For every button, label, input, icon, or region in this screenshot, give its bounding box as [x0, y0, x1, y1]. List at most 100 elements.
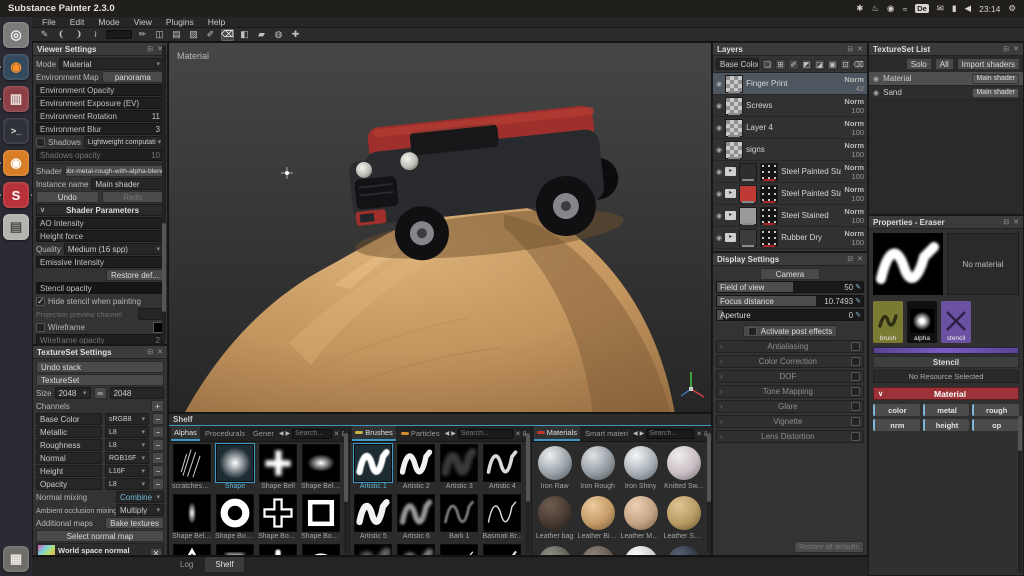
shelf-item[interactable]: Artistic 1 [353, 444, 393, 493]
remove-channel-button[interactable]: − [152, 439, 164, 451]
stencil-opacity-slider[interactable]: Stencil opacity [36, 282, 164, 294]
stencil-resource-field[interactable]: No Resource Selected [873, 370, 1019, 383]
shader-assignment-button[interactable]: Main shader [972, 88, 1019, 98]
lazy-mouse-icon[interactable]: ≀ [89, 29, 102, 41]
post-effect-section-vignette[interactable]: ›Vignette [716, 415, 864, 428]
layer-thumbnail[interactable] [725, 97, 743, 115]
remove-channel-button[interactable]: − [152, 413, 164, 425]
launcher-file-manager[interactable]: ▥ [3, 86, 29, 112]
tab-scroll-right-icon[interactable]: ▶ [640, 430, 645, 437]
solo-view-icon[interactable]: ▤ [170, 29, 183, 41]
shelf-item[interactable]: Leather bag [535, 494, 575, 543]
caffeine-indicator-icon[interactable]: ♨ [871, 3, 879, 14]
layer-visibility-icon[interactable]: ◉ [716, 146, 722, 154]
expand-chevron-icon[interactable]: › [720, 372, 723, 381]
layer-mask-thumbnail[interactable] [760, 163, 778, 181]
launcher-trash[interactable]: ▦ [3, 546, 29, 572]
projection-preview-select[interactable] [138, 308, 164, 320]
section-checkbox[interactable] [851, 387, 860, 396]
launcher-firefox[interactable]: ◉ [3, 54, 29, 80]
edit-stroke-icon[interactable]: ✏ [136, 29, 149, 41]
display-param-slider[interactable]: Focus distance10.7493✎ [716, 295, 864, 307]
shelf-item[interactable]: Chalk 2 [482, 544, 522, 555]
layer-blend-opacity[interactable]: Norm100 [844, 207, 864, 225]
shelf-item[interactable]: Shape Bell ... [172, 494, 212, 543]
remove-channel-button[interactable]: − [152, 478, 164, 490]
layer-visibility-icon[interactable]: ◉ [716, 190, 722, 198]
normal-mixing-select[interactable]: Combine [116, 491, 164, 503]
post-effect-section-color-correction[interactable]: ›Color Correction [716, 355, 864, 368]
instance-name-field[interactable]: Main shader [91, 178, 164, 190]
layer-mask-thumbnail[interactable] [760, 207, 778, 225]
expand-chevron-icon[interactable]: › [720, 432, 723, 441]
collapsed-section-bar[interactable] [873, 347, 1019, 354]
material-channel-metal-button[interactable]: metal [923, 404, 970, 416]
post-effect-section-glare[interactable]: ›Glare [716, 400, 864, 413]
material-channel-color-button[interactable]: color [873, 404, 920, 416]
shelf-item[interactable]: Shape Bell ... [301, 444, 341, 493]
shader-parameters-header[interactable]: ∨Shader Parameters [36, 204, 164, 216]
keyboard-layout-indicator[interactable]: De [915, 4, 929, 13]
shader-assignment-button[interactable]: Main shader [972, 74, 1019, 84]
pen-tool-icon[interactable]: ✎ [38, 29, 51, 41]
shelf-item[interactable]: Basmati Br... [482, 494, 522, 543]
float-panel-icon[interactable]: ⊟ [847, 255, 853, 263]
launcher-terminal[interactable]: >_ [3, 118, 29, 144]
new-layer-icon[interactable]: ⊡ [840, 59, 851, 70]
layer-row[interactable]: ◉▸Rubber DryNorm100 [713, 227, 867, 249]
channel-name[interactable]: Roughness [36, 439, 102, 451]
layer-row[interactable]: ◉Layer 4Norm100 [713, 117, 867, 139]
size-lock-icon[interactable]: ∞ [94, 387, 107, 399]
shelf-item[interactable]: Knitted Sw... [664, 444, 704, 493]
post-effect-section-antialiasing[interactable]: ›Antialiasing [716, 340, 864, 353]
shelf-item[interactable]: Artistic 5 [353, 494, 393, 543]
close-panel-icon[interactable]: ✕ [157, 348, 163, 356]
shelf-column-scrollbar[interactable] [526, 428, 530, 553]
shelf-item[interactable]: Shape Bord... [172, 544, 212, 555]
material-channel-nrm-button[interactable]: nrm [873, 419, 920, 431]
network-indicator-icon[interactable]: ≈ [902, 4, 907, 14]
smudge-tool-icon[interactable]: ◍ [272, 29, 285, 41]
tool-alpha-button[interactable]: alpha [907, 301, 937, 343]
shelf-item[interactable]: Mortar wall [578, 544, 618, 555]
shelf-tab-procedurals[interactable]: Procedurals [202, 427, 248, 440]
add-paint-layer-icon[interactable]: ✐ [788, 59, 799, 70]
wireframe-opacity-slider[interactable]: Wireframe opacity2 [36, 334, 164, 345]
bake-textures-button[interactable]: Bake textures [105, 517, 164, 529]
float-panel-icon[interactable]: ⊟ [1003, 218, 1009, 226]
shelf-search-input[interactable] [292, 429, 331, 439]
viewer-settings-scrollbar[interactable] [162, 45, 166, 342]
channel-name[interactable]: Base Color [36, 413, 102, 425]
textureset-visibility-icon[interactable]: ◉ [873, 75, 879, 83]
shelf-item[interactable]: Cement 1 [353, 544, 393, 555]
clear-normal-map-button[interactable]: ✕ [150, 548, 162, 557]
layer-blend-opacity[interactable]: Norm100 [844, 141, 864, 159]
layer-row[interactable]: ◉▸Steel Painted StainedNorm100 [713, 161, 867, 183]
shelf-item[interactable]: Leather Me... [621, 494, 661, 543]
channel-name[interactable]: Normal [36, 452, 102, 464]
layer-visibility-icon[interactable]: ◉ [716, 124, 722, 132]
restore-all-defaults-button[interactable]: Restore all defaults [794, 541, 864, 553]
layer-visibility-icon[interactable]: ◉ [716, 80, 722, 88]
layer-blend-opacity[interactable]: Norm100 [844, 229, 864, 247]
folder-icon[interactable]: ▸ [725, 189, 736, 198]
env-blur-slider[interactable]: Environment Blur3 [36, 123, 164, 135]
add-smart-material-icon[interactable]: ◪ [814, 59, 825, 70]
material-channel-op-button[interactable]: op [972, 419, 1019, 431]
post-effect-section-lens-distortion[interactable]: ›Lens Distortion [716, 430, 864, 443]
shelf-search-input[interactable] [646, 429, 694, 439]
shelf-item[interactable]: Artistic 3 [439, 444, 479, 493]
undo-stack-button[interactable]: Undo stack [36, 361, 164, 373]
shader-button[interactable]: pbr-metal-rough-with-alpha-blend [65, 165, 164, 177]
clear-search-icon[interactable]: ✕ [515, 430, 521, 438]
float-panel-icon[interactable]: ⊟ [147, 348, 153, 356]
env-opacity-slider[interactable]: Environment Opacity [36, 84, 164, 96]
wireframe-checkbox[interactable] [36, 323, 45, 332]
expand-chevron-icon[interactable]: › [720, 357, 723, 366]
layer-thumbnail[interactable] [725, 141, 743, 159]
tslist-button-all[interactable]: All [935, 58, 954, 70]
emissive-intensity-slider[interactable]: Emissive Intensity [36, 256, 164, 268]
height-force-slider[interactable]: Height force [36, 230, 164, 242]
folder-icon[interactable]: ▸ [725, 211, 736, 220]
layer-thumbnail[interactable] [739, 185, 757, 203]
